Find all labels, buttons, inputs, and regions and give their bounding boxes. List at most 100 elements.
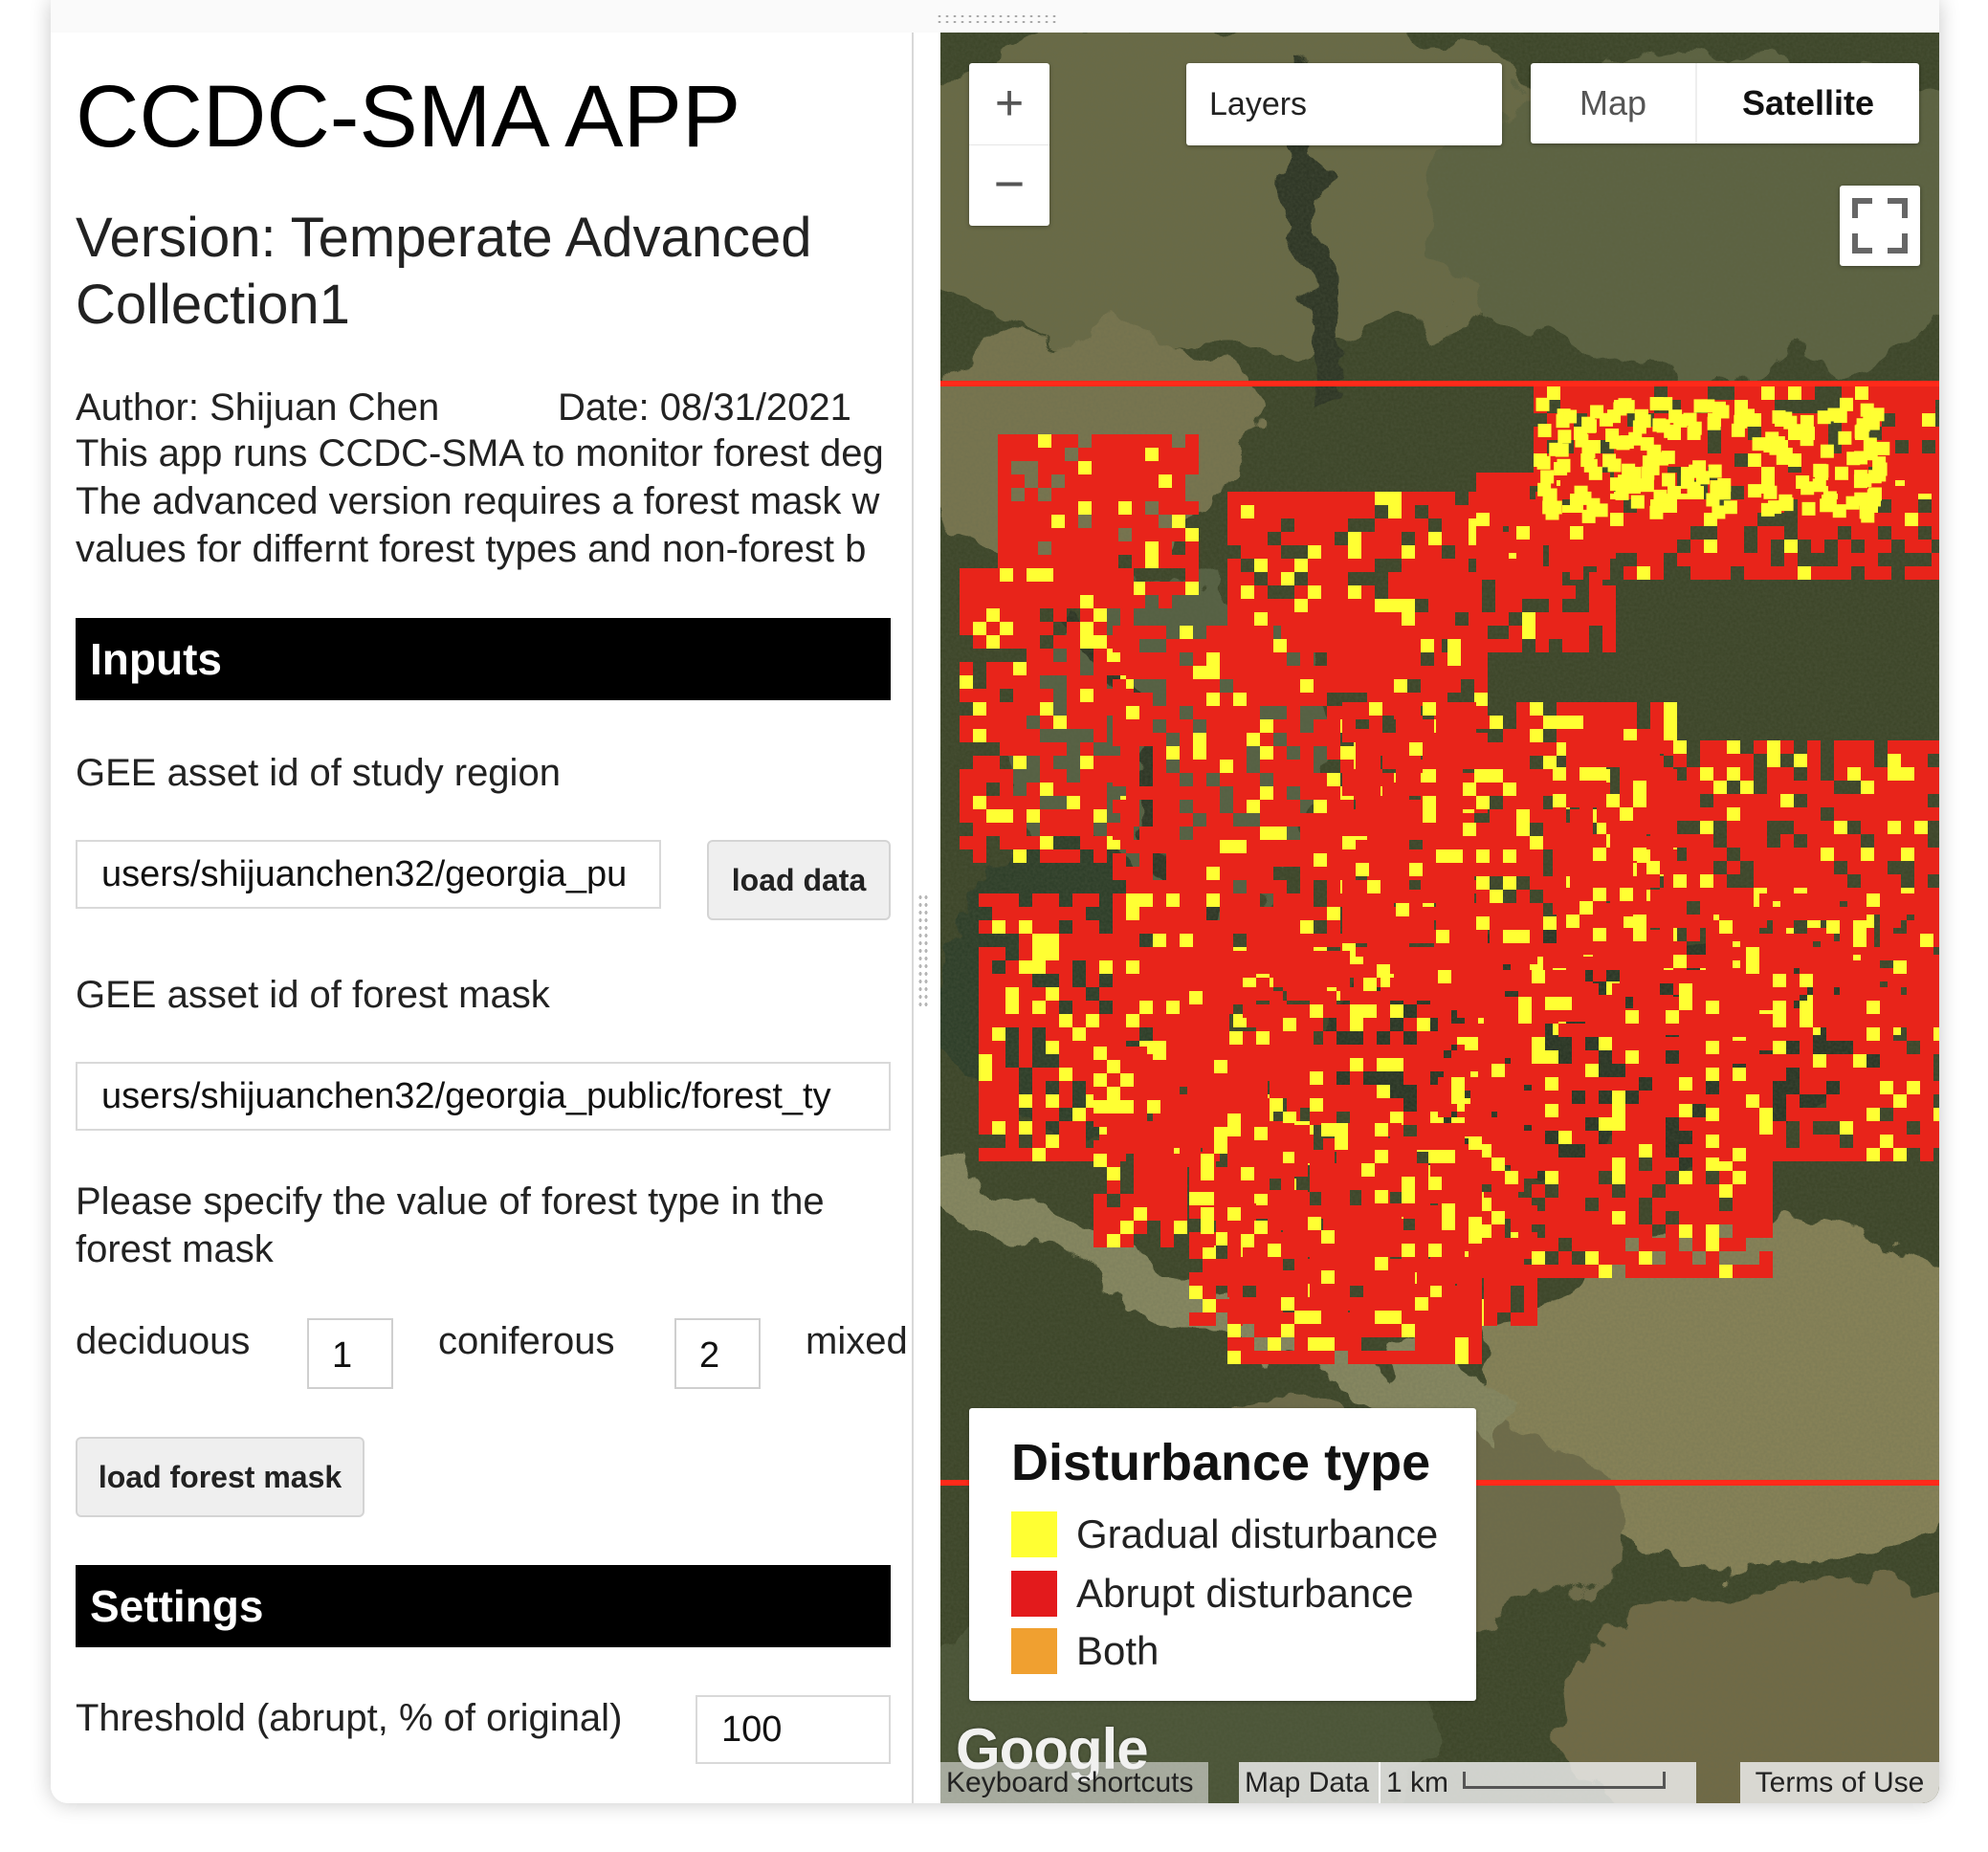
disturbance-pixel xyxy=(1273,719,1287,733)
disturbance-pixel xyxy=(973,622,986,635)
disturbance-pixel xyxy=(1690,540,1704,553)
disturbance-pixel xyxy=(1335,1136,1348,1150)
disturbance-pixel xyxy=(1813,947,1826,960)
disturbance-pixel xyxy=(1771,436,1785,451)
disturbance-pixel xyxy=(1593,794,1606,807)
deciduous-input[interactable]: 1 xyxy=(307,1318,393,1389)
disturbance-pixel xyxy=(1570,729,1583,742)
disturbance-pixel xyxy=(1707,416,1721,430)
disturbance-pixel xyxy=(1105,582,1118,595)
disturbance-pixel xyxy=(1038,501,1051,515)
disturbance-pixel xyxy=(1700,834,1713,848)
disturbance-pixel xyxy=(1308,1337,1321,1351)
disturbance-pixel xyxy=(1268,1324,1281,1337)
disturbance-pixel xyxy=(1491,1224,1505,1238)
map-view[interactable]: + − Layers Map Satellite Disturbance typ… xyxy=(940,33,1939,1803)
disturbance-pixel xyxy=(1072,1108,1086,1121)
disturbance-pixel xyxy=(1241,1113,1254,1127)
disturbance-pixel xyxy=(1120,1113,1134,1127)
disturbance-pixel xyxy=(1193,880,1206,893)
disturbance-pixel xyxy=(1490,756,1503,769)
forest-mask-input[interactable]: users/shijuanchen32/georgia_public/fores… xyxy=(76,1062,891,1131)
coniferous-input[interactable]: 2 xyxy=(674,1318,761,1389)
disturbance-pixel xyxy=(1692,1198,1706,1211)
keyboard-shortcuts-link[interactable]: Keyboard shortcuts xyxy=(940,1762,1208,1803)
disturbance-pixel xyxy=(1867,487,1882,501)
disturbance-pixel xyxy=(960,622,973,635)
disturbance-pixel xyxy=(1072,1001,1086,1014)
load-forest-mask-button[interactable]: load forest mask xyxy=(76,1437,364,1517)
disturbance-pixel xyxy=(1679,1211,1692,1224)
disturbance-pixel xyxy=(1260,719,1273,733)
disturbance-pixel xyxy=(1172,474,1185,488)
zoom-in-button[interactable]: + xyxy=(969,63,1049,144)
disturbance-pixel xyxy=(1216,1272,1229,1286)
splitter[interactable] xyxy=(914,33,940,1803)
disturbance-pixel xyxy=(1840,960,1853,974)
disturbance-pixel xyxy=(1639,1117,1652,1131)
zoom-out-button[interactable]: − xyxy=(969,144,1049,227)
disturbance-pixel xyxy=(1310,964,1323,978)
map-type-map-button[interactable]: Map xyxy=(1531,63,1697,143)
disturbance-pixel xyxy=(1801,453,1815,467)
disturbance-pixel xyxy=(1321,532,1335,545)
disturbance-pixel xyxy=(1065,474,1078,488)
drag-handle-icon[interactable] xyxy=(917,893,929,1008)
disturbance-pixel xyxy=(1214,1047,1227,1060)
disturbance-pixel xyxy=(1300,907,1314,920)
scale-indicator[interactable]: 1 km xyxy=(1381,1762,1696,1803)
terms-of-use-link[interactable]: Terms of Use xyxy=(1740,1762,1939,1803)
fullscreen-button[interactable] xyxy=(1840,186,1920,266)
disturbance-pixel xyxy=(1053,582,1067,595)
disturbance-pixel xyxy=(1706,1001,1719,1014)
scale-label: 1 km xyxy=(1386,1767,1449,1798)
top-resize-bar[interactable] xyxy=(51,0,1939,34)
disturbance-pixel xyxy=(1639,1238,1652,1251)
disturbance-pixel xyxy=(1118,541,1132,555)
disturbance-pixel xyxy=(1229,978,1243,991)
disturbance-pixel xyxy=(1025,434,1038,448)
disturbance-pixel xyxy=(1463,916,1476,930)
disturbance-pixel xyxy=(1469,1244,1482,1257)
disturbance-pixel xyxy=(1503,486,1516,499)
disturbance-pixel xyxy=(1572,1050,1585,1064)
resize-grip-icon[interactable] xyxy=(936,13,1058,25)
disturbance-pixel xyxy=(960,595,973,608)
disturbance-pixel xyxy=(1260,840,1273,853)
study-region-input[interactable]: users/shijuanchen32/georgia_pu xyxy=(76,840,661,909)
disturbance-pixel xyxy=(1920,920,1933,934)
disturbance-pixel xyxy=(1132,474,1145,488)
disturbance-pixel xyxy=(1145,461,1159,474)
disturbance-pixel xyxy=(1354,639,1367,652)
disturbance-pixel xyxy=(1687,781,1700,794)
disturbance-pixel xyxy=(973,769,986,783)
disturbance-pixel xyxy=(1928,767,1939,781)
disturbance-pixel xyxy=(1612,1211,1625,1224)
disturbance-pixel xyxy=(1834,767,1847,781)
disturbance-pixel xyxy=(1189,978,1203,991)
layers-button[interactable]: Layers xyxy=(1186,63,1502,145)
disturbance-pixel xyxy=(1027,635,1040,649)
disturbance-pixel xyxy=(1461,626,1474,639)
map-data-link[interactable]: Map Data xyxy=(1239,1762,1381,1803)
map-type-satellite-button[interactable]: Satellite xyxy=(1697,63,1919,143)
disturbance-pixel xyxy=(1040,622,1053,635)
disturbance-pixel xyxy=(1227,1230,1241,1244)
disturbance-pixel xyxy=(979,1068,992,1081)
disturbance-pixel xyxy=(1296,1045,1310,1058)
disturbance-pixel xyxy=(1113,693,1126,706)
disturbance-pixel xyxy=(1361,1230,1375,1244)
disturbance-pixel xyxy=(1254,1297,1268,1311)
disturbance-pixel xyxy=(1214,1180,1227,1194)
threshold-input[interactable]: 100 xyxy=(696,1695,891,1764)
disturbance-pixel xyxy=(1254,1351,1268,1364)
disturbance-pixel xyxy=(1625,983,1639,997)
disturbance-pixel xyxy=(1826,974,1840,987)
disturbance-pixel xyxy=(1909,467,1922,480)
disturbance-pixel xyxy=(1310,1179,1323,1192)
load-data-button[interactable]: load data xyxy=(707,840,891,920)
disturbance-pixel xyxy=(1530,783,1543,796)
disturbance-pixel xyxy=(1545,1238,1558,1251)
disturbance-pixel xyxy=(1880,987,1893,1001)
disturbance-pixel xyxy=(1180,853,1193,867)
